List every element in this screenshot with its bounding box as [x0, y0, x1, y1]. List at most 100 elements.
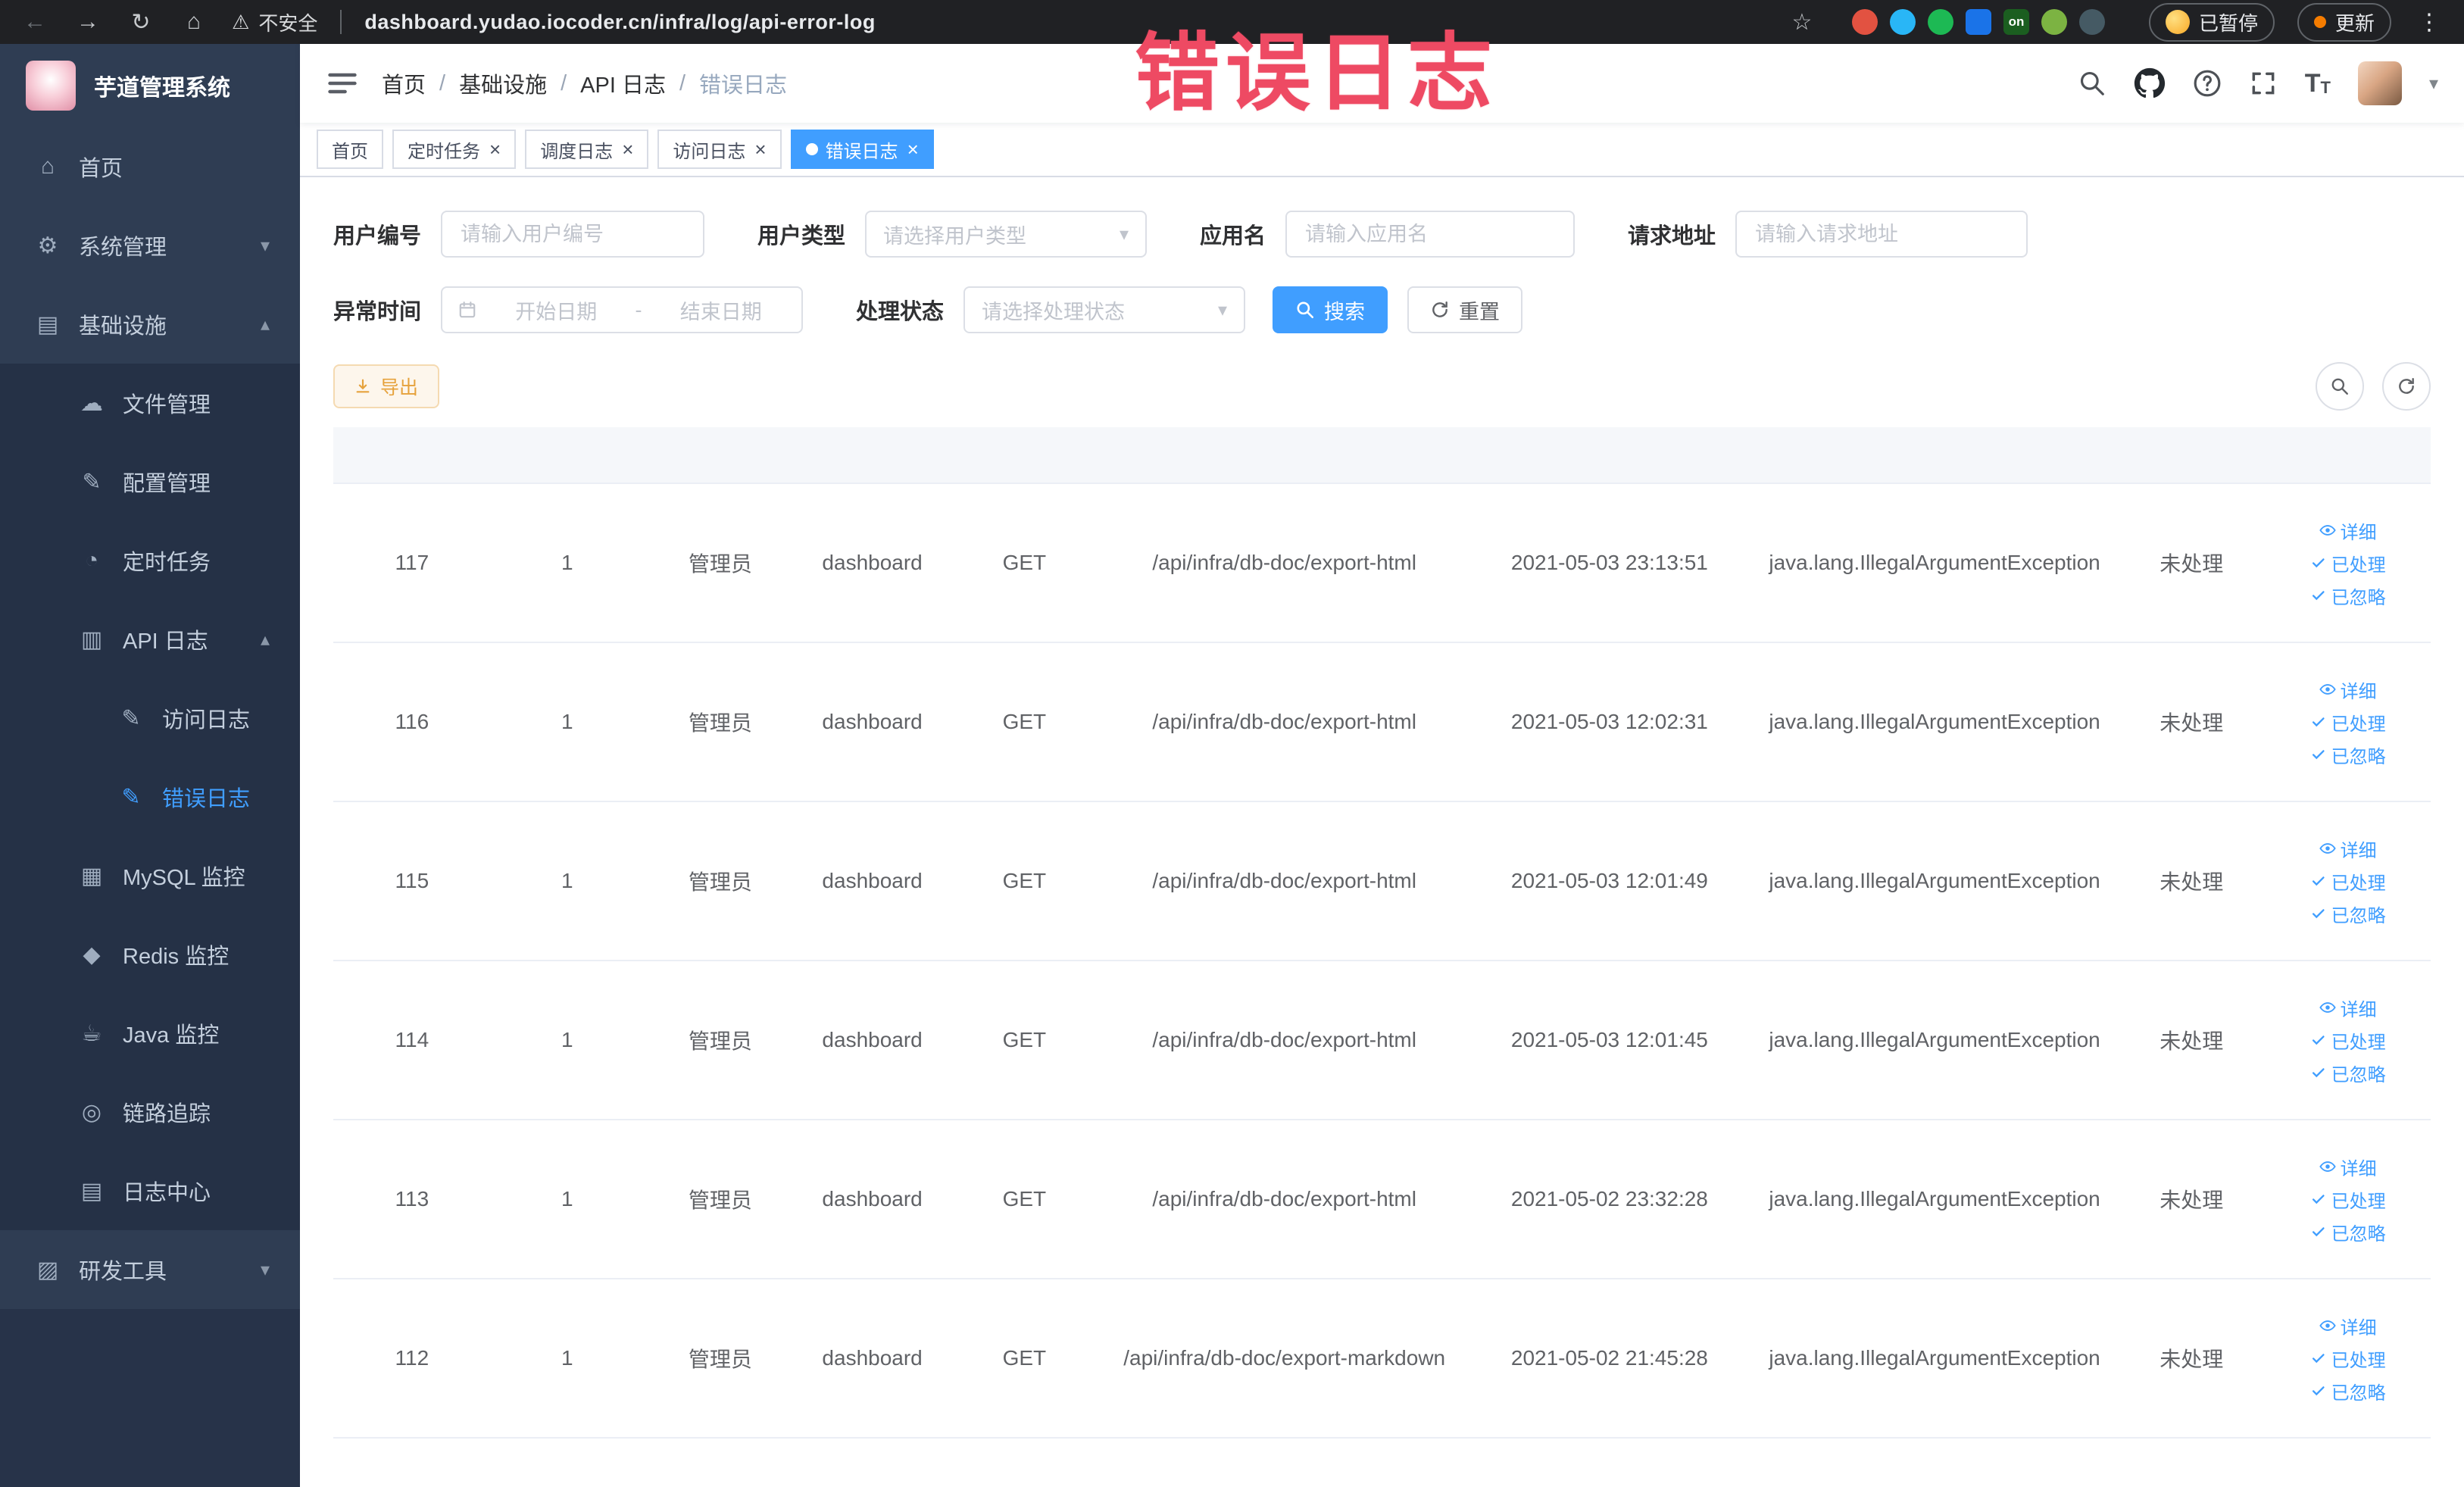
mark-processed-link[interactable]: 已处理: [2310, 868, 2386, 895]
help-icon[interactable]: [2193, 69, 2222, 98]
detail-link[interactable]: 详细: [2319, 676, 2377, 703]
start-date[interactable]: 开始日期: [491, 295, 622, 325]
forward-icon[interactable]: →: [73, 9, 103, 35]
sidebar-item[interactable]: ⚙ 系统管理 ▾: [0, 206, 300, 285]
cell-status: 未处理: [2118, 642, 2266, 802]
end-date[interactable]: 结束日期: [656, 295, 787, 325]
sidebar-item[interactable]: ▤ 基础设施 ▴: [0, 285, 300, 364]
refresh-table-button[interactable]: [2382, 362, 2431, 411]
breadcrumb-item[interactable]: 基础设施 /: [459, 67, 580, 99]
row-actions: 详细 已处理 已忽略: [2265, 642, 2431, 802]
github-icon[interactable]: [2134, 67, 2166, 99]
toggle-search-button[interactable]: [2316, 362, 2364, 411]
export-button[interactable]: 导出: [333, 364, 440, 408]
check-icon: [2312, 1227, 2325, 1237]
api-log-icon: ▥: [80, 626, 103, 652]
user-type-select[interactable]: 请选择用户类型 ▾: [865, 211, 1148, 258]
sidebar-item[interactable]: ◎ 链路追踪: [0, 1073, 300, 1151]
detail-link[interactable]: 详细: [2319, 1313, 2377, 1339]
cell-exception-name: java.lang.IllegalArgumentException: [1750, 483, 2119, 643]
warning-icon: ⚠: [232, 10, 250, 33]
page-tab[interactable]: 定时任务 ×: [392, 130, 517, 169]
mark-ignored-link[interactable]: 已忽略: [2310, 901, 2386, 927]
page-tab[interactable]: 访问日志 ×: [657, 130, 782, 169]
detail-link[interactable]: 详细: [2319, 995, 2377, 1021]
search-button[interactable]: 搜索: [1273, 286, 1388, 333]
reset-button[interactable]: 重置: [1407, 286, 1523, 333]
sidebar-item-label: 访问日志: [162, 708, 251, 733]
extension-icon[interactable]: [1851, 9, 1878, 35]
sidebar-item[interactable]: ✎ 配置管理: [0, 442, 300, 521]
mark-processed-link[interactable]: 已处理: [2310, 1027, 2386, 1054]
close-icon[interactable]: ×: [489, 139, 501, 159]
detail-link[interactable]: 详细: [2319, 517, 2377, 544]
avatar-caret-icon[interactable]: ▾: [2429, 73, 2438, 95]
paused-label: 已暂停: [2198, 11, 2258, 35]
hamburger-icon[interactable]: [326, 67, 359, 100]
font-size-icon[interactable]: TT: [2305, 70, 2331, 96]
detail-link[interactable]: 详细: [2319, 836, 2377, 862]
request-url-input[interactable]: [1735, 211, 2028, 258]
close-icon[interactable]: ×: [622, 139, 633, 159]
sidebar-item[interactable]: ☕ Java 监控: [0, 994, 300, 1073]
mark-ignored-link[interactable]: 已忽略: [2310, 1219, 2386, 1245]
bookmark-star-icon[interactable]: ☆: [1787, 9, 1817, 36]
close-icon[interactable]: ×: [754, 139, 766, 159]
mark-processed-link[interactable]: 已处理: [2310, 550, 2386, 576]
breadcrumb-item[interactable]: API 日志 /: [580, 67, 699, 99]
browser-menu-icon[interactable]: ⋮: [2414, 9, 2444, 36]
sidebar-item[interactable]: ✎ 错误日志: [0, 758, 300, 836]
mark-ignored-link[interactable]: 已忽略: [2310, 1378, 2386, 1404]
breadcrumb-item[interactable]: 错误日志 /: [699, 67, 801, 99]
back-icon[interactable]: ←: [20, 9, 50, 35]
browser-home-icon[interactable]: ⌂: [179, 9, 209, 35]
search-icon[interactable]: [2078, 69, 2106, 98]
mark-processed-link[interactable]: 已处理: [2310, 1345, 2386, 1372]
page-tab[interactable]: 调度日志 ×: [525, 130, 649, 169]
user-avatar[interactable]: [2357, 61, 2402, 105]
mark-processed-link[interactable]: 已处理: [2310, 1186, 2386, 1213]
sidebar-item[interactable]: ▤ 日志中心: [0, 1151, 300, 1230]
close-icon[interactable]: ×: [907, 139, 919, 159]
sidebar-item[interactable]: ⌂ 首页: [0, 127, 300, 206]
extension-icon[interactable]: on: [2003, 9, 2029, 35]
extension-icon[interactable]: [2078, 9, 2105, 35]
extension-icon[interactable]: [1889, 9, 1916, 35]
mark-ignored-link[interactable]: 已忽略: [2310, 742, 2386, 768]
cell-app-name: dashboard: [796, 642, 948, 802]
cell-log-id: 116: [333, 642, 491, 802]
sidebar-item[interactable]: ▥ API 日志 ▴: [0, 600, 300, 679]
table-header-cell: [1750, 427, 2119, 484]
reload-icon[interactable]: ↻: [126, 9, 156, 36]
page-tab[interactable]: 错误日志 ×: [790, 130, 934, 169]
extension-icon[interactable]: [1927, 9, 1953, 35]
fullscreen-icon[interactable]: [2249, 69, 2278, 98]
cell-method: GET: [948, 1120, 1101, 1279]
logo[interactable]: 芋道管理系统: [0, 44, 300, 127]
url-bar[interactable]: dashboard.yudao.iocoder.cn/infra/log/api…: [364, 11, 876, 34]
cell-status: 未处理: [2118, 1279, 2266, 1439]
process-status-select[interactable]: 请选择处理状态 ▾: [963, 286, 1246, 333]
sidebar-item[interactable]: ▨ 研发工具 ▾: [0, 1230, 300, 1309]
extension-icon[interactable]: [2041, 9, 2067, 35]
detail-link[interactable]: 详细: [2319, 1154, 2377, 1180]
date-range-picker[interactable]: 开始日期 - 结束日期: [441, 286, 804, 333]
page-tab[interactable]: 首页 ×: [317, 130, 383, 169]
sidebar-item[interactable]: ◔ 定时任务: [0, 521, 300, 600]
mark-processed-link[interactable]: 已处理: [2310, 709, 2386, 736]
sidebar-item[interactable]: ▦ MySQL 监控: [0, 836, 300, 915]
extension-icon[interactable]: [1965, 9, 1991, 35]
mark-ignored-link[interactable]: 已忽略: [2310, 583, 2386, 609]
app-name-input[interactable]: [1285, 211, 1576, 258]
breadcrumb-item[interactable]: 首页 /: [382, 67, 459, 99]
update-button[interactable]: 更新: [2297, 2, 2391, 42]
user-id-input[interactable]: [441, 211, 705, 258]
security-indicator[interactable]: ⚠ 不安全: [232, 8, 317, 36]
sidebar-item[interactable]: ✎ 访问日志: [0, 679, 300, 758]
paused-badge[interactable]: 已暂停: [2148, 2, 2275, 42]
sidebar-item[interactable]: ☁ 文件管理: [0, 364, 300, 442]
eye-icon: [2319, 684, 2336, 695]
sidebar-item[interactable]: ◆ Redis 监控: [0, 915, 300, 994]
mark-ignored-link[interactable]: 已忽略: [2310, 1060, 2386, 1086]
table-header-cell: [796, 427, 948, 484]
